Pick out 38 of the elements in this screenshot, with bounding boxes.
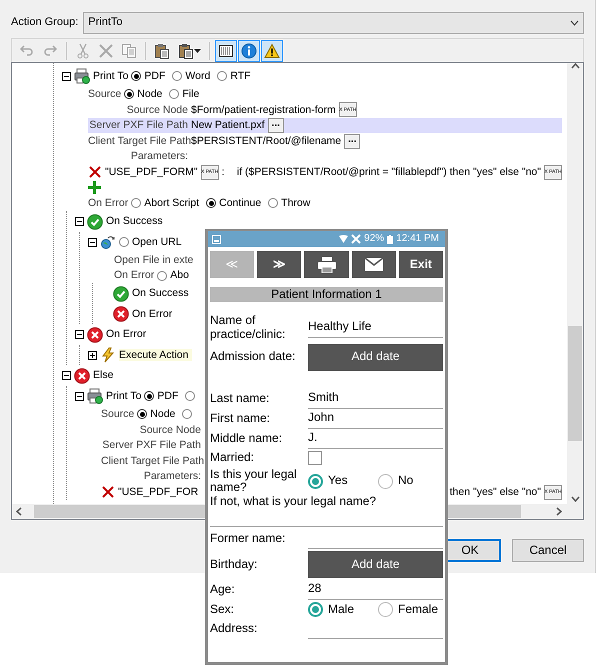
field-label: Age:: [210, 583, 236, 597]
field-value: $Form/patient-registration-form: [191, 104, 336, 116]
section-header: Patient Information 1: [210, 287, 443, 302]
field-label: Open File in exte: [114, 254, 194, 266]
field-value: $PERSISTENT/Root/@filename: [191, 134, 342, 148]
field-value: New Patient.pxf: [191, 119, 265, 132]
separator-text: :: [222, 166, 225, 179]
parameter-name: "USE_PDF_FORM": [105, 166, 198, 179]
field-label: On Error: [88, 197, 128, 210]
parameter-name: "USE_PDF_FOR: [118, 486, 198, 498]
field-label: Client Target File Path: [88, 134, 188, 148]
action-group-label: Action Group:: [11, 16, 78, 30]
field-label: First name:: [210, 412, 272, 426]
field-label: Source Node: [138, 424, 201, 436]
parameter-value: then "yes" else "no": [450, 486, 541, 498]
field-label: Married:: [210, 451, 256, 465]
field-label: Source: [88, 88, 122, 101]
field-label: On Error: [114, 269, 154, 282]
field-label: Client Target File Path: [101, 454, 201, 468]
field-label: Last name:: [210, 392, 270, 406]
battery-percent: 92%: [364, 233, 384, 245]
field-label: Middle name:: [210, 432, 284, 446]
parameter-value: if ($PERSISTENT/Root/@print = "fillablepdf") then "yes" else "no": [236, 166, 541, 179]
field-label: Is this your legal name?: [210, 468, 298, 496]
field-label: Server PXF File Path: [88, 119, 188, 132]
field-label: Sex:: [210, 602, 236, 616]
field-label: Former name:: [210, 532, 286, 546]
clock-time: 12:41 PM: [396, 233, 439, 245]
field-label: Admission date:: [210, 350, 296, 364]
section-label: Parameters:: [130, 150, 188, 163]
field-label: Server PXF File Path: [101, 439, 201, 452]
field-label: Birthday:: [210, 558, 258, 572]
field-label: Source Node: [126, 104, 188, 116]
section-label: Parameters:: [142, 470, 201, 483]
field-label: If not, what is your legal name?: [210, 495, 378, 509]
field-label: Name of practice/clinic:: [210, 314, 286, 342]
field-label: Source: [101, 408, 134, 421]
field-label: Address:: [210, 622, 258, 636]
